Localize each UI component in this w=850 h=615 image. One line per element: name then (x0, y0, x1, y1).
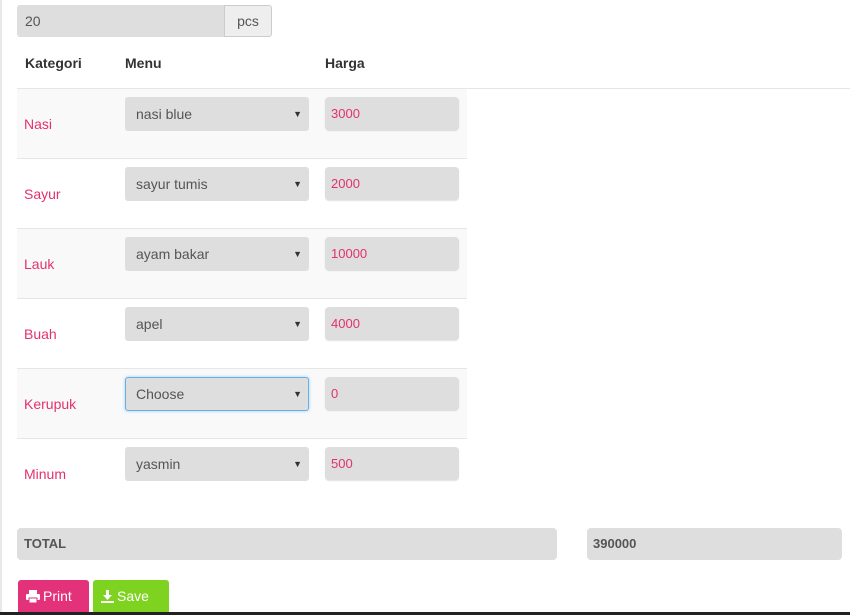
total-label: TOTAL (17, 528, 557, 560)
save-button[interactable]: Save (93, 580, 169, 614)
header-category: Kategori (25, 55, 82, 71)
menu-select-value: apel (136, 316, 163, 332)
menu-select[interactable]: nasi blue ▼ (125, 97, 309, 131)
caret-down-icon: ▼ (293, 389, 302, 399)
menu-select[interactable]: sayur tumis ▼ (125, 167, 309, 201)
menu-select-value: ayam bakar (136, 246, 210, 262)
table-row: Minum yasmin ▼ 500 (17, 438, 467, 508)
menu-select[interactable]: Choose ▼ (125, 377, 309, 411)
quantity-unit-addon: pcs (224, 5, 272, 37)
save-button-label: Save (117, 588, 149, 604)
menu-select[interactable]: yasmin ▼ (125, 447, 309, 481)
table-row: Lauk ayam bakar ▼ 10000 (17, 228, 467, 298)
menu-select-value: Choose (136, 386, 185, 402)
table-row: Sayur sayur tumis ▼ 2000 (17, 158, 467, 228)
table-row: Kerupuk Choose ▼ 0 (17, 368, 467, 438)
table-row: Buah apel ▼ 4000 (17, 298, 467, 368)
caret-down-icon: ▼ (293, 109, 302, 119)
print-button[interactable]: Print (18, 580, 89, 614)
category-label: Lauk (24, 256, 55, 272)
price-field[interactable]: 0 (325, 377, 459, 410)
category-label: Sayur (24, 186, 61, 202)
header-menu: Menu (125, 55, 162, 71)
category-label: Minum (24, 466, 67, 482)
price-field[interactable]: 2000 (325, 167, 459, 200)
download-icon (101, 590, 114, 603)
caret-down-icon: ▼ (293, 459, 302, 469)
table-row: Nasi nasi blue ▼ 3000 (17, 89, 467, 159)
print-button-label: Print (43, 588, 72, 604)
menu-select-value: yasmin (136, 456, 181, 472)
price-field[interactable]: 10000 (325, 237, 459, 270)
caret-down-icon: ▼ (293, 319, 302, 329)
category-label: Buah (24, 326, 57, 342)
menu-select-value: sayur tumis (136, 176, 208, 192)
header-price: Harga (325, 55, 365, 71)
quantity-input[interactable]: 20 (17, 5, 225, 37)
price-field[interactable]: 4000 (325, 307, 459, 340)
price-field[interactable]: 500 (325, 447, 459, 480)
print-icon (26, 590, 40, 604)
total-value-field[interactable]: 390000 (587, 528, 842, 560)
page-left-border (0, 0, 2, 615)
category-label: Kerupuk (24, 396, 77, 412)
menu-select-value: nasi blue (136, 106, 193, 122)
menu-select[interactable]: ayam bakar ▼ (125, 237, 309, 271)
caret-down-icon: ▼ (293, 179, 302, 189)
price-field[interactable]: 3000 (325, 97, 459, 130)
category-label: Nasi (24, 116, 53, 132)
menu-select[interactable]: apel ▼ (125, 307, 309, 341)
caret-down-icon: ▼ (293, 249, 302, 259)
